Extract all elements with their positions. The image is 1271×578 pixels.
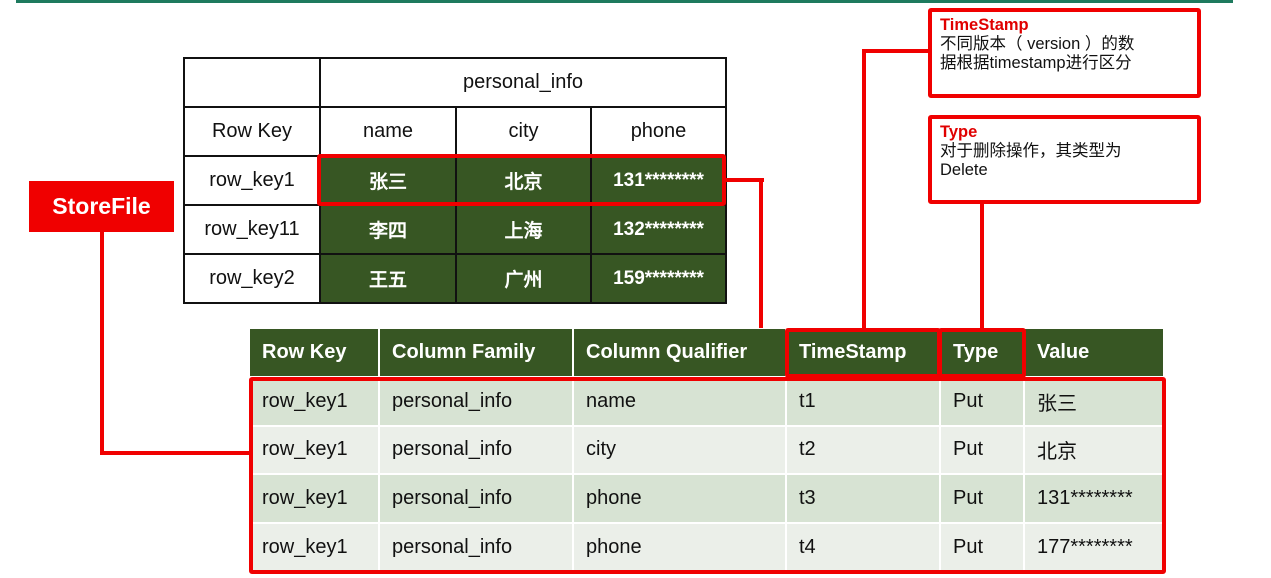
column-header: Value [1024, 329, 1165, 377]
row-key-cell: row_key2 [183, 253, 321, 304]
highlight-storefile-rows [249, 377, 1166, 574]
callout-text: 据根据timestamp进行区分 [940, 54, 1132, 72]
callout-title: TimeStamp [940, 16, 1029, 34]
empty-corner-cell [183, 57, 321, 108]
top-divider-bar [16, 0, 1233, 3]
column-header: Row Key [183, 106, 321, 157]
column-header: phone [590, 106, 727, 157]
name-cell: 王五 [319, 253, 457, 304]
connector-line [759, 178, 763, 328]
column-family-header: personal_info [319, 57, 727, 108]
row-key-cell: row_key1 [183, 155, 321, 206]
timestamp-callout: TimeStamp 不同版本（ version ）的数 据根据timestamp… [928, 8, 1201, 98]
table-row: row_key2 王五 广州 159******** [183, 253, 727, 304]
callout-title: Type [940, 123, 978, 141]
header-row: Row Key Column Family Column Qualifier T… [250, 329, 1165, 377]
column-header: Row Key [250, 329, 380, 377]
connector-line [100, 232, 104, 454]
column-header: Column Family [379, 329, 574, 377]
connector-line [862, 49, 866, 330]
phone-cell: 159******** [590, 253, 727, 304]
column-header: name [319, 106, 457, 157]
highlight-type-header [938, 328, 1026, 378]
callout-text: 不同版本（ version ）的数 [940, 35, 1135, 53]
city-cell: 上海 [455, 204, 592, 255]
connector-line [724, 178, 764, 182]
highlight-row-key1 [317, 154, 726, 206]
connector-line [980, 202, 984, 330]
type-callout: Type 对于删除操作，其类型为 Delete [928, 115, 1201, 204]
callout-text: 对于删除操作，其类型为 [940, 142, 1122, 160]
connector-line [862, 49, 930, 53]
column-header: city [455, 106, 592, 157]
highlight-timestamp-header [785, 328, 941, 378]
table-row: row_key11 李四 上海 132******** [183, 204, 727, 255]
column-header: Column Qualifier [573, 329, 787, 377]
connector-line [100, 451, 252, 455]
name-cell: 李四 [319, 204, 457, 255]
storefile-label: StoreFile [29, 181, 174, 232]
callout-text: Delete [940, 161, 988, 179]
row-key-cell: row_key11 [183, 204, 321, 255]
phone-cell: 132******** [590, 204, 727, 255]
city-cell: 广州 [455, 253, 592, 304]
family-header-row: personal_info [183, 57, 727, 108]
column-header-row: Row Key name city phone [183, 106, 727, 157]
